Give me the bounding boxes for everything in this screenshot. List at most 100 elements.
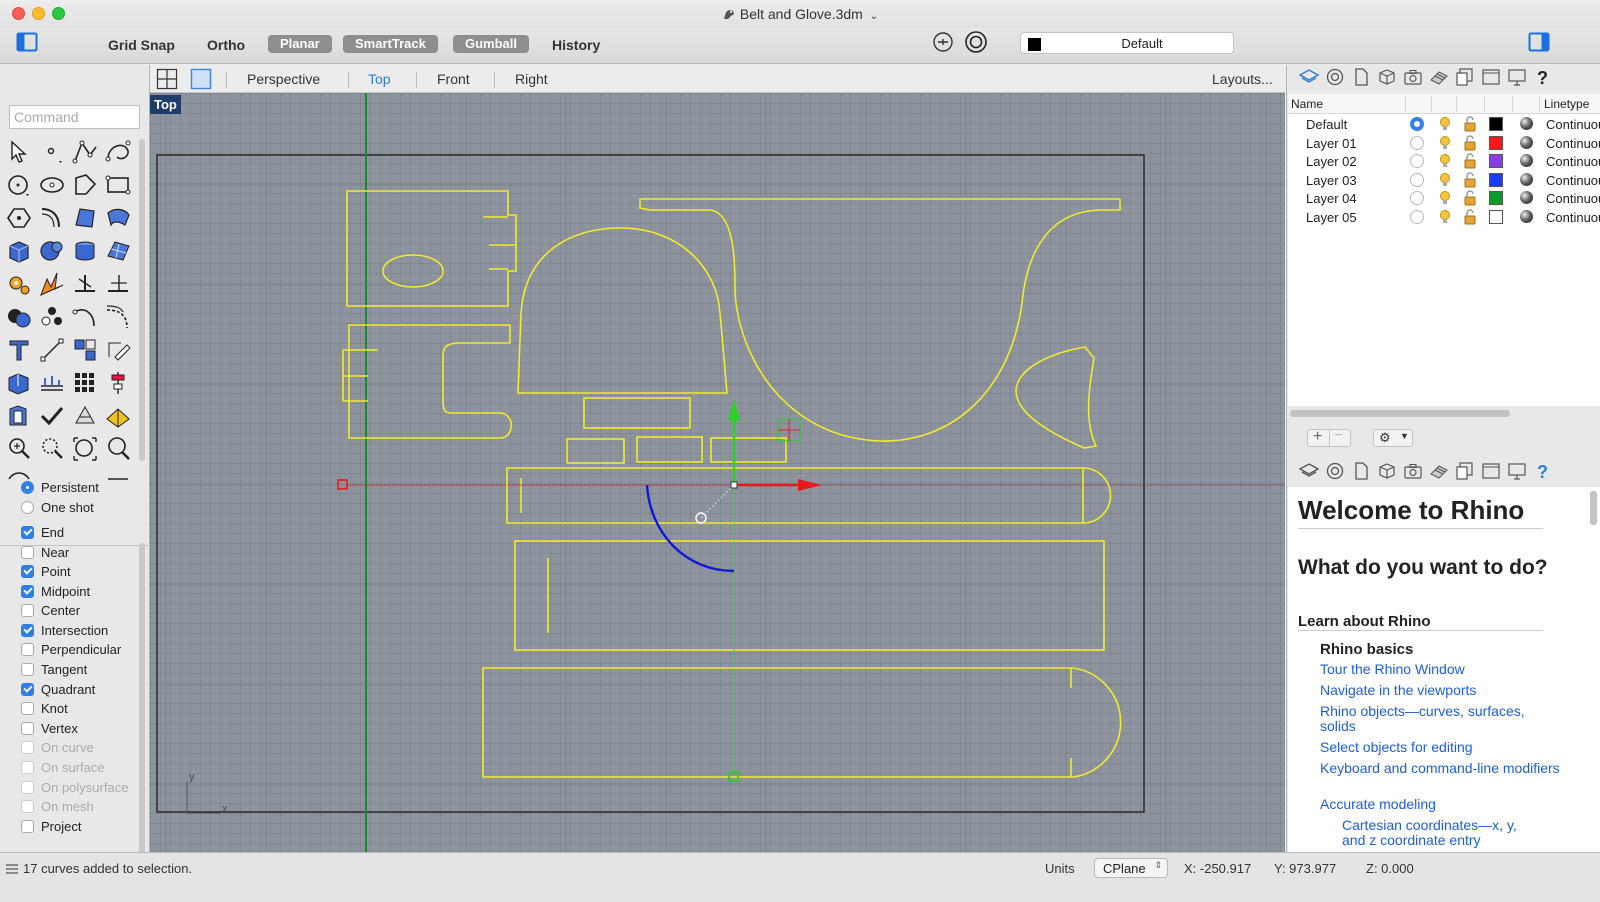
layouts-button[interactable]: Layouts...	[1212, 71, 1273, 87]
layer-row-layer-01[interactable]: Layer 01 Continuous	[1288, 134, 1600, 152]
zoom-selected-icon[interactable]	[70, 434, 100, 464]
layer-material-icon[interactable]	[1520, 191, 1533, 204]
contour-icon[interactable]	[37, 368, 67, 398]
arc-icon[interactable]	[70, 302, 100, 332]
layer-name[interactable]: Layer 05	[1306, 210, 1357, 225]
command-input[interactable]	[9, 105, 140, 129]
left-sidebar-toggle-icon[interactable]	[16, 31, 38, 53]
osnap-intersection-checkbox[interactable]: Intersection	[21, 621, 108, 639]
curve-belt-strap-3[interactable]	[482, 667, 1122, 778]
split-icon[interactable]	[103, 269, 133, 299]
curve-left-middle-panel[interactable]	[348, 324, 513, 439]
properties-panel-icon[interactable]	[1325, 67, 1345, 87]
curve-panel-tabs[interactable]	[483, 216, 516, 270]
planar-toggle[interactable]: Planar	[268, 35, 332, 53]
more-tools-icon-2[interactable]	[103, 467, 133, 497]
layer-material-icon[interactable]	[1520, 173, 1533, 186]
layers-panel-icon[interactable]	[1299, 461, 1319, 481]
unlocked-padlock-icon[interactable]	[1462, 209, 1478, 225]
four-viewports-icon[interactable]	[156, 68, 178, 90]
offset-curve-icon[interactable]	[37, 203, 67, 233]
osnap-center-checkbox[interactable]: Center	[21, 601, 80, 619]
cplane-dropdown[interactable]: CPlane ⇕	[1094, 858, 1168, 878]
blend-curve-icon[interactable]	[103, 302, 133, 332]
current-layer-radio[interactable]	[1410, 154, 1424, 168]
drawing-boundary[interactable]	[156, 154, 1145, 813]
zoom-dynamic-icon[interactable]	[103, 434, 133, 464]
named-views-panel-icon[interactable]	[1455, 461, 1475, 481]
layer-material-icon[interactable]	[1520, 117, 1533, 130]
curve-glove-shape[interactable]	[639, 198, 1121, 442]
camera-panel-icon[interactable]	[1403, 67, 1423, 87]
polygon-icon[interactable]	[70, 170, 100, 200]
named-views-panel-icon[interactable]	[1455, 67, 1475, 87]
curve-icon[interactable]	[103, 137, 133, 167]
osnap-tangent-checkbox[interactable]: Tangent	[21, 660, 87, 678]
single-viewport-icon[interactable]	[190, 68, 212, 90]
unlocked-padlock-icon[interactable]	[1462, 190, 1478, 206]
current-layer-radio[interactable]	[1410, 117, 1424, 131]
history-toggle[interactable]: History	[552, 37, 600, 53]
current-layer-radio[interactable]	[1410, 191, 1424, 205]
layer-material-icon[interactable]	[1520, 154, 1533, 167]
layer-color-swatch[interactable]	[1489, 210, 1503, 224]
curve-small-rect-1[interactable]	[583, 397, 691, 429]
edit-pencil-icon[interactable]	[103, 335, 133, 365]
unlocked-padlock-icon[interactable]	[1462, 116, 1478, 132]
tab-front[interactable]: Front	[437, 71, 470, 87]
gumball-widget[interactable]	[337, 399, 822, 782]
trim-icon[interactable]	[70, 269, 100, 299]
gumball-x-arrow-head[interactable]	[798, 479, 822, 491]
add-layer-button[interactable]: +	[1313, 428, 1322, 446]
link-cartesian-coordinates[interactable]: Cartesian coordinates—x, y, and z coordi…	[1342, 818, 1542, 848]
layer-name[interactable]: Layer 04	[1306, 191, 1357, 206]
layer-color-swatch[interactable]	[1489, 173, 1503, 187]
osnap-knot-checkbox[interactable]: Knot	[21, 699, 68, 717]
layer-options-dropdown[interactable]: ⚙ ▼	[1373, 429, 1413, 447]
gumball-y-arrow-head[interactable]	[728, 399, 740, 421]
gumball-center-handle[interactable]	[730, 481, 738, 489]
explode-icon[interactable]	[37, 269, 67, 299]
right-sidebar-toggle-icon[interactable]	[1528, 31, 1550, 53]
curve-small-rect-4[interactable]	[710, 437, 787, 463]
document-panel-icon[interactable]	[1351, 461, 1371, 481]
help-panel-icon[interactable]: ?	[1533, 67, 1553, 87]
osnap-target-icon[interactable]	[964, 30, 988, 54]
fillet-curves-icon[interactable]	[4, 203, 34, 233]
unlocked-padlock-icon[interactable]	[1462, 153, 1478, 169]
osnap-vertex-checkbox[interactable]: Vertex	[21, 719, 78, 737]
light-bulb-icon[interactable]	[1437, 116, 1453, 132]
layer-linetype[interactable]: Continuous	[1546, 173, 1600, 188]
box-solid-icon[interactable]	[4, 236, 34, 266]
extrude-icon[interactable]	[4, 368, 34, 398]
layer-row-layer-04[interactable]: Layer 04 Continuous	[1288, 189, 1600, 207]
circle-icon[interactable]	[4, 170, 34, 200]
layer-row-default[interactable]: Default Continuous	[1288, 115, 1600, 133]
zoom-window-icon[interactable]	[4, 434, 34, 464]
filter-icon[interactable]	[931, 30, 955, 54]
link-select-objects[interactable]: Select objects for editing	[1320, 740, 1560, 755]
osnap-scrollbar[interactable]	[139, 543, 145, 863]
help-panel-icon[interactable]: ?	[1533, 461, 1553, 481]
zoom-extents-icon[interactable]	[37, 434, 67, 464]
osnap-on-polysurface-checkbox[interactable]: On polysurface	[21, 778, 128, 796]
osnap-one-shot-radio[interactable]: One shot	[21, 498, 94, 516]
layer-color-swatch[interactable]	[1489, 136, 1503, 150]
tab-perspective[interactable]: Perspective	[247, 71, 320, 87]
current-layer-radio[interactable]	[1410, 173, 1424, 187]
layer-color-swatch[interactable]	[1489, 117, 1503, 131]
materials-panel-icon[interactable]	[1429, 461, 1449, 481]
layout-panel-icon[interactable]	[1481, 67, 1501, 87]
layer-material-icon[interactable]	[1520, 210, 1533, 223]
unlocked-padlock-icon[interactable]	[1462, 172, 1478, 188]
command-history-icon[interactable]	[5, 863, 19, 875]
layer-name[interactable]: Layer 03	[1306, 173, 1357, 188]
osnap-point-checkbox[interactable]: Point	[21, 562, 71, 580]
layer-linetype[interactable]: Continuous	[1546, 210, 1600, 225]
window-title[interactable]: Belt and Glove.3dm ⌄	[0, 6, 1600, 22]
align-objects-icon[interactable]	[103, 368, 133, 398]
osnap-persistent-radio[interactable]: Persistent	[21, 478, 99, 496]
curve-strap-1-marks[interactable]	[520, 468, 1084, 523]
shell-solid-icon[interactable]	[4, 401, 34, 431]
layer-linetype[interactable]: Continuous	[1546, 154, 1600, 169]
